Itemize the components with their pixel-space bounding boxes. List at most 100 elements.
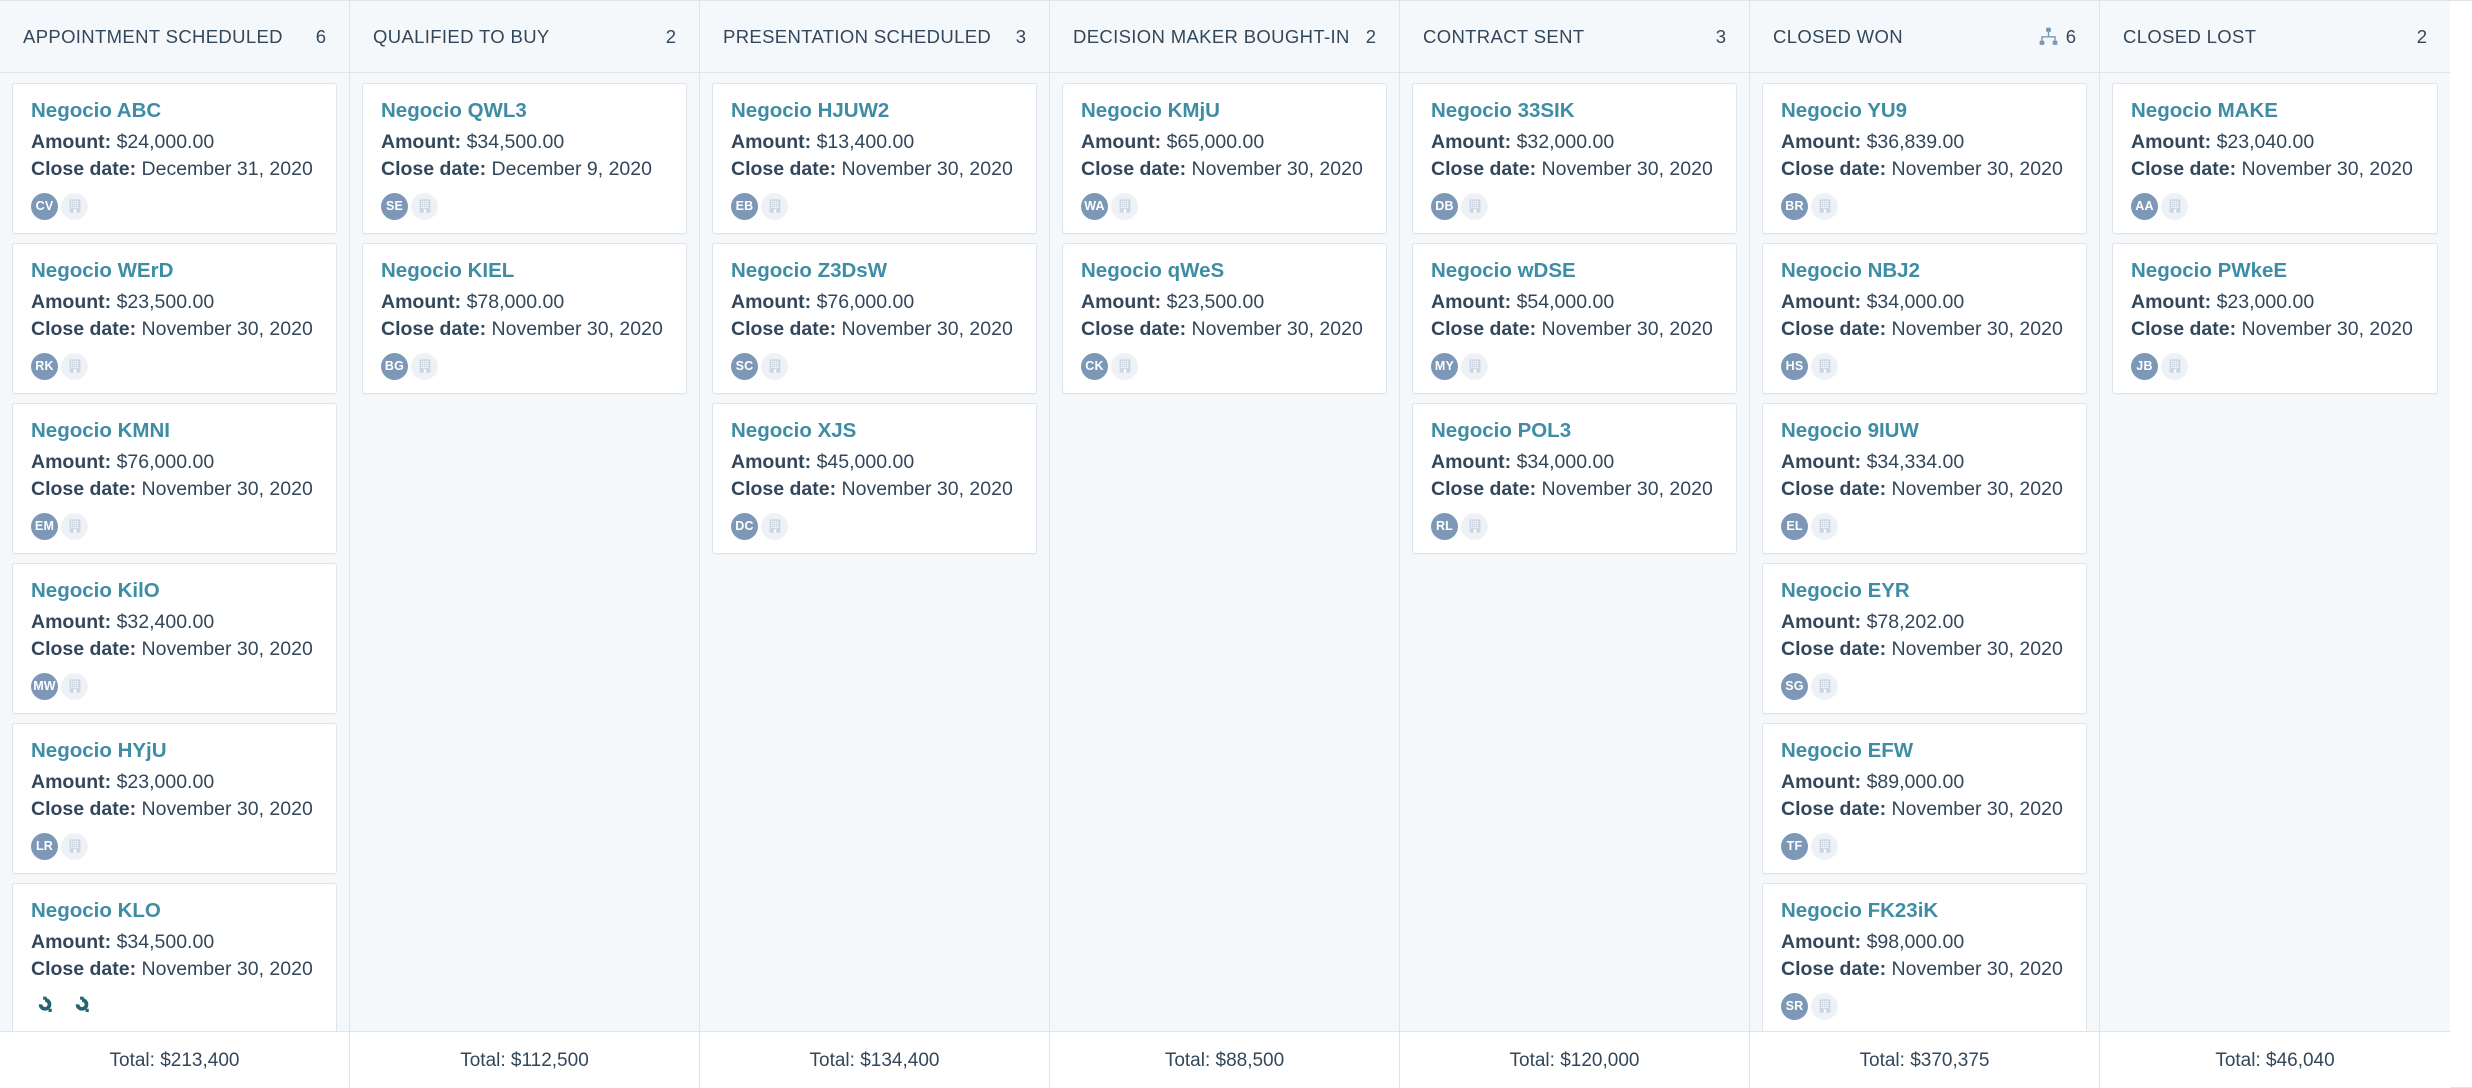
column-header[interactable]: CLOSED LOST 2 — [2100, 1, 2450, 73]
deal-card-title-link[interactable]: Negocio qWeS — [1081, 258, 1368, 284]
deal-card[interactable]: Negocio NBJ2 Amount: $34,000.00 Close date… — [1762, 243, 2087, 394]
company-icon[interactable] — [1461, 192, 1488, 220]
owner-avatar[interactable]: EL — [1781, 512, 1808, 540]
deal-card[interactable]: Negocio KMjU Amount: $65,000.00 Close date… — [1062, 83, 1387, 234]
deal-card-title-link[interactable]: Negocio 9IUW — [1781, 418, 2068, 444]
deal-card[interactable]: Negocio FK23iK Amount: $98,000.00 Close da… — [1762, 883, 2087, 1031]
deal-card-title-link[interactable]: Negocio POL3 — [1431, 418, 1718, 444]
company-icon[interactable] — [1811, 512, 1838, 540]
deal-card-title-link[interactable]: Negocio 33SIK — [1431, 98, 1718, 124]
owner-avatar[interactable]: MW — [31, 672, 58, 700]
deal-card[interactable]: Negocio 33SIK Amount: $32,000.00 Close dat… — [1412, 83, 1737, 234]
deal-card[interactable]: Negocio HJUW2 Amount: $13,400.00 Close dat… — [712, 83, 1037, 234]
column-header[interactable]: CLOSED WON 6 — [1750, 1, 2099, 73]
owner-avatar[interactable]: BG — [381, 352, 408, 380]
deal-card[interactable]: Negocio HYjU Amount: $23,000.00 Close date… — [12, 723, 337, 874]
company-icon[interactable] — [1811, 992, 1838, 1020]
company-icon[interactable] — [1461, 512, 1488, 540]
deal-card-title-link[interactable]: Negocio KMNI — [31, 418, 318, 444]
company-icon[interactable] — [61, 512, 88, 540]
deal-card[interactable]: Negocio 9IUW Amount: $34,334.00 Close date… — [1762, 403, 2087, 554]
deal-card[interactable]: Negocio Z3DsW Amount: $76,000.00 Close dat… — [712, 243, 1037, 394]
deal-card[interactable]: Negocio EFW Amount: $89,000.00 Close date:… — [1762, 723, 2087, 874]
deal-card-title-link[interactable]: Negocio KilO — [31, 578, 318, 604]
company-icon[interactable] — [1461, 352, 1488, 380]
owner-avatar[interactable]: TF — [1781, 832, 1808, 860]
company-icon[interactable] — [1811, 832, 1838, 860]
deal-card[interactable]: Negocio QWL3 Amount: $34,500.00 Close date… — [362, 83, 687, 234]
deal-card-title-link[interactable]: Negocio NBJ2 — [1781, 258, 2068, 284]
company-icon[interactable] — [1811, 192, 1838, 220]
owner-avatar[interactable]: LR — [31, 832, 58, 860]
owner-avatar[interactable]: RL — [1431, 512, 1458, 540]
deal-card-title-link[interactable]: Negocio EYR — [1781, 578, 2068, 604]
company-icon[interactable] — [761, 192, 788, 220]
broken-image-icon[interactable] — [31, 993, 58, 1020]
column-header[interactable]: DECISION MAKER BOUGHT-IN 2 — [1050, 1, 1399, 73]
owner-avatar[interactable]: EB — [731, 192, 758, 220]
deal-card-title-link[interactable]: Negocio MAKE — [2131, 98, 2419, 124]
company-icon[interactable] — [2161, 352, 2188, 380]
owner-avatar[interactable]: WA — [1081, 192, 1108, 220]
deal-card[interactable]: Negocio wDSE Amount: $54,000.00 Close date… — [1412, 243, 1737, 394]
deal-card-title-link[interactable]: Negocio wDSE — [1431, 258, 1718, 284]
deal-card-title-link[interactable]: Negocio KIEL — [381, 258, 668, 284]
owner-avatar[interactable]: EM — [31, 512, 58, 540]
deal-card[interactable]: Negocio KIEL Amount: $78,000.00 Close date… — [362, 243, 687, 394]
deal-card[interactable]: Negocio KLO Amount: $34,500.00 Close date:… — [12, 883, 337, 1031]
owner-avatar[interactable]: CK — [1081, 352, 1108, 380]
company-icon[interactable] — [61, 672, 88, 700]
deal-card-title-link[interactable]: Negocio PWkeE — [2131, 258, 2419, 284]
owner-avatar[interactable]: MY — [1431, 352, 1458, 380]
column-header[interactable]: PRESENTATION SCHEDULED 3 — [700, 1, 1049, 73]
company-icon[interactable] — [1811, 352, 1838, 380]
owner-avatar[interactable]: SC — [731, 352, 758, 380]
deal-card[interactable]: Negocio KMNI Amount: $76,000.00 Close date… — [12, 403, 337, 554]
deal-card-title-link[interactable]: Negocio HJUW2 — [731, 98, 1018, 124]
deal-card[interactable]: Negocio YU9 Amount: $36,839.00 Close date:… — [1762, 83, 2087, 234]
company-icon[interactable] — [61, 352, 88, 380]
column-header[interactable]: CONTRACT SENT 3 — [1400, 1, 1749, 73]
deal-card[interactable]: Negocio EYR Amount: $78,202.00 Close date:… — [1762, 563, 2087, 714]
deal-card-title-link[interactable]: Negocio KLO — [31, 898, 318, 924]
owner-avatar[interactable]: SE — [381, 192, 408, 220]
deal-card[interactable]: Negocio qWeS Amount: $23,500.00 Close date… — [1062, 243, 1387, 394]
owner-avatar[interactable]: DC — [731, 512, 758, 540]
company-icon[interactable] — [761, 352, 788, 380]
deal-card-title-link[interactable]: Negocio KMjU — [1081, 98, 1368, 124]
column-header[interactable]: APPOINTMENT SCHEDULED 6 — [0, 1, 349, 73]
deal-card-title-link[interactable]: Negocio XJS — [731, 418, 1018, 444]
owner-avatar[interactable]: BR — [1781, 192, 1808, 220]
owner-avatar[interactable]: HS — [1781, 352, 1808, 380]
deal-card[interactable]: Negocio XJS Amount: $45,000.00 Close date:… — [712, 403, 1037, 554]
owner-avatar[interactable]: SR — [1781, 992, 1808, 1020]
broken-image-icon[interactable] — [68, 993, 95, 1020]
deal-card[interactable]: Negocio KilO Amount: $32,400.00 Close date… — [12, 563, 337, 714]
company-icon[interactable] — [61, 192, 88, 220]
company-icon[interactable] — [761, 512, 788, 540]
deal-card-title-link[interactable]: Negocio FK23iK — [1781, 898, 2068, 924]
company-icon[interactable] — [2161, 192, 2188, 220]
deal-card-title-link[interactable]: Negocio WErD — [31, 258, 318, 284]
owner-avatar[interactable]: SG — [1781, 672, 1808, 700]
deal-card-title-link[interactable]: Negocio EFW — [1781, 738, 2068, 764]
owner-avatar[interactable]: DB — [1431, 192, 1458, 220]
owner-avatar[interactable]: AA — [2131, 192, 2158, 220]
company-icon[interactable] — [61, 832, 88, 860]
company-icon[interactable] — [1811, 672, 1838, 700]
deal-card-title-link[interactable]: Negocio QWL3 — [381, 98, 668, 124]
company-icon[interactable] — [411, 352, 438, 380]
column-header[interactable]: QUALIFIED TO BUY 2 — [350, 1, 699, 73]
deal-card-title-link[interactable]: Negocio ABC — [31, 98, 318, 124]
deal-card[interactable]: Negocio PWkeE Amount: $23,000.00 Close dat… — [2112, 243, 2438, 394]
deal-card[interactable]: Negocio POL3 Amount: $34,000.00 Close date… — [1412, 403, 1737, 554]
owner-avatar[interactable]: RK — [31, 352, 58, 380]
deal-card[interactable]: Negocio WErD Amount: $23,500.00 Close date… — [12, 243, 337, 394]
owner-avatar[interactable]: CV — [31, 192, 58, 220]
company-icon[interactable] — [411, 192, 438, 220]
deal-card[interactable]: Negocio MAKE Amount: $23,040.00 Close date… — [2112, 83, 2438, 234]
company-icon[interactable] — [1111, 192, 1138, 220]
deal-card-title-link[interactable]: Negocio YU9 — [1781, 98, 2068, 124]
deal-card[interactable]: Negocio ABC Amount: $24,000.00 Close date:… — [12, 83, 337, 234]
company-icon[interactable] — [1111, 352, 1138, 380]
